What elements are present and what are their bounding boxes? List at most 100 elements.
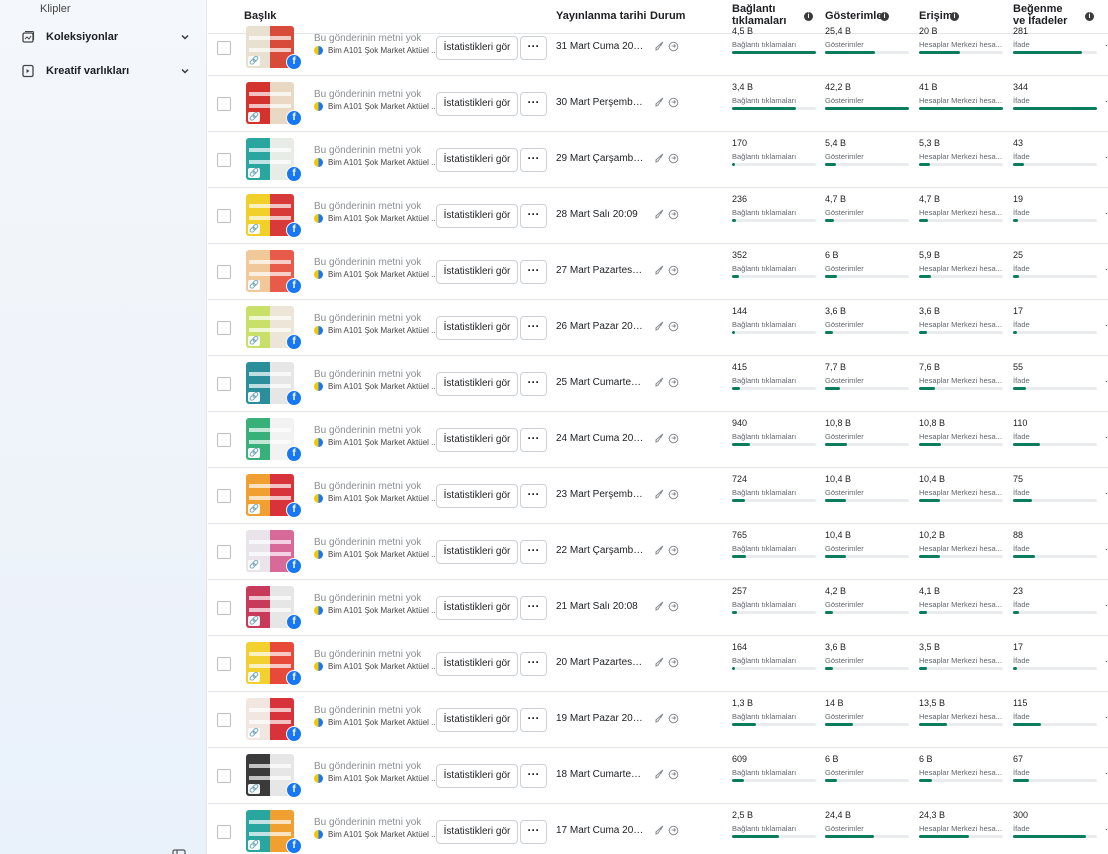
boost-icon[interactable]	[654, 97, 665, 108]
recycle-icon[interactable]	[668, 657, 679, 668]
boost-icon[interactable]	[654, 489, 665, 500]
table-row[interactable]: 🔗 f Bu gönderinin metni yok Bim A101 Şok Ma…	[208, 356, 1108, 412]
view-insights-button[interactable]: İstatistikleri gör	[436, 36, 518, 60]
table-row[interactable]: 🔗 f Bu gönderinin metni yok Bim A101 Şok Ma…	[208, 692, 1108, 748]
boost-icon[interactable]	[654, 713, 665, 724]
more-options-button[interactable]: ···	[520, 596, 547, 620]
recycle-icon[interactable]	[668, 713, 679, 724]
row-checkbox[interactable]	[217, 601, 231, 615]
boost-icon[interactable]	[654, 769, 665, 780]
row-checkbox[interactable]	[217, 97, 231, 111]
boost-icon[interactable]	[654, 321, 665, 332]
row-checkbox[interactable]	[217, 713, 231, 727]
recycle-icon[interactable]	[668, 97, 679, 108]
view-insights-button[interactable]: İstatistikleri gör	[436, 820, 518, 844]
boost-icon[interactable]	[654, 209, 665, 220]
more-options-button[interactable]: ···	[520, 92, 547, 116]
recycle-icon[interactable]	[668, 41, 679, 52]
boost-icon[interactable]	[654, 265, 665, 276]
row-checkbox[interactable]	[217, 321, 231, 335]
more-options-button[interactable]: ···	[520, 484, 547, 508]
more-options-button[interactable]: ···	[520, 652, 547, 676]
more-options-button[interactable]: ···	[520, 372, 547, 396]
more-options-button[interactable]: ···	[520, 36, 547, 60]
view-insights-button[interactable]: İstatistikleri gör	[436, 484, 518, 508]
metric-bar	[1013, 51, 1097, 54]
row-checkbox[interactable]	[217, 769, 231, 783]
recycle-icon[interactable]	[668, 545, 679, 556]
boost-icon[interactable]	[654, 377, 665, 388]
more-options-button[interactable]: ···	[520, 316, 547, 340]
row-checkbox[interactable]	[217, 489, 231, 503]
metric-value: 6 B	[825, 250, 839, 260]
table-row[interactable]: 🔗 f Bu gönderinin metni yok Bim A101 Şok Ma…	[208, 748, 1108, 804]
recycle-icon[interactable]	[668, 489, 679, 500]
collapse-sidebar-icon[interactable]	[172, 848, 186, 854]
more-options-button[interactable]: ···	[520, 428, 547, 452]
recycle-icon[interactable]	[668, 825, 679, 836]
more-options-button[interactable]: ···	[520, 764, 547, 788]
boost-icon[interactable]	[654, 153, 665, 164]
boost-icon[interactable]	[654, 545, 665, 556]
table-row[interactable]: 🔗 f Bu gönderinin metni yok Bim A101 Şok Ma…	[208, 524, 1108, 580]
more-options-button[interactable]: ···	[520, 540, 547, 564]
sidebar-subitem-klipler[interactable]: Klipler	[40, 3, 71, 15]
row-checkbox[interactable]	[217, 209, 231, 223]
recycle-icon[interactable]	[668, 769, 679, 780]
view-insights-button[interactable]: İstatistikleri gör	[436, 204, 518, 228]
row-checkbox[interactable]	[217, 41, 231, 55]
view-insights-button[interactable]: İstatistikleri gör	[436, 652, 518, 676]
view-insights-button[interactable]: İstatistikleri gör	[436, 316, 518, 340]
view-insights-button[interactable]: İstatistikleri gör	[436, 260, 518, 284]
more-options-button[interactable]: ···	[520, 260, 547, 284]
sidebar-item-koleksiyonlar[interactable]: Koleksiyonlar	[12, 24, 192, 50]
view-insights-button[interactable]: İstatistikleri gör	[436, 372, 518, 396]
chevron-down-icon[interactable]	[178, 30, 192, 44]
more-options-button[interactable]: ···	[520, 204, 547, 228]
view-insights-button[interactable]: İstatistikleri gör	[436, 540, 518, 564]
table-row[interactable]: 🔗 f Bu gönderinin metni yok Bim A101 Şok Ma…	[208, 132, 1108, 188]
row-checkbox[interactable]	[217, 153, 231, 167]
recycle-icon[interactable]	[668, 265, 679, 276]
boost-icon[interactable]	[654, 825, 665, 836]
reactions-metric: 23 İfade	[1013, 586, 1099, 614]
table-row[interactable]: 🔗 f Bu gönderinin metni yok Bim A101 Şok Ma…	[208, 636, 1108, 692]
view-insights-button[interactable]: İstatistikleri gör	[436, 428, 518, 452]
row-checkbox[interactable]	[217, 265, 231, 279]
table-row[interactable]: 🔗 f Bu gönderinin metni yok Bim A101 Şok Ma…	[208, 580, 1108, 636]
sidebar-item-kreatif-varliklari[interactable]: Kreatif varlıkları	[12, 58, 192, 84]
boost-icon[interactable]	[654, 657, 665, 668]
more-options-button[interactable]: ···	[520, 148, 547, 172]
table-row[interactable]: 🔗 f Bu gönderinin metni yok Bim A101 Şok Ma…	[208, 244, 1108, 300]
view-insights-button[interactable]: İstatistikleri gör	[436, 708, 518, 732]
row-checkbox[interactable]	[217, 657, 231, 671]
recycle-icon[interactable]	[668, 433, 679, 444]
boost-icon[interactable]	[654, 601, 665, 612]
recycle-icon[interactable]	[668, 377, 679, 388]
view-insights-button[interactable]: İstatistikleri gör	[436, 148, 518, 172]
view-insights-button[interactable]: İstatistikleri gör	[436, 764, 518, 788]
recycle-icon[interactable]	[668, 601, 679, 612]
table-row[interactable]: 🔗 f Bu gönderinin metni yok Bim A101 Şok Ma…	[208, 468, 1108, 524]
recycle-icon[interactable]	[668, 153, 679, 164]
more-options-button[interactable]: ···	[520, 708, 547, 732]
recycle-icon[interactable]	[668, 321, 679, 332]
row-checkbox[interactable]	[217, 377, 231, 391]
table-row[interactable]: 🔗 f Bu gönderinin metni yok Bim A101 Şok Ma…	[208, 412, 1108, 468]
table-row[interactable]: 🔗 f Bu gönderinin metni yok Bim A101 Şok Ma…	[208, 76, 1108, 132]
view-insights-button[interactable]: İstatistikleri gör	[436, 92, 518, 116]
truncated-column-value: .	[1105, 766, 1108, 776]
table-row[interactable]: 🔗 f Bu gönderinin metni yok Bim A101 Şok Ma…	[208, 188, 1108, 244]
table-row[interactable]: 🔗 f Bu gönderinin metni yok Bim A101 Şok Ma…	[208, 300, 1108, 356]
boost-icon[interactable]	[654, 41, 665, 52]
table-row[interactable]: 🔗 f Bu gönderinin metni yok Bim A101 Şok Ma…	[208, 20, 1108, 76]
recycle-icon[interactable]	[668, 209, 679, 220]
chevron-down-icon[interactable]	[178, 64, 192, 78]
row-checkbox[interactable]	[217, 545, 231, 559]
boost-icon[interactable]	[654, 433, 665, 444]
table-row[interactable]: 🔗 f Bu gönderinin metni yok Bim A101 Şok Ma…	[208, 804, 1108, 854]
more-options-button[interactable]: ···	[520, 820, 547, 844]
row-checkbox[interactable]	[217, 825, 231, 839]
view-insights-button[interactable]: İstatistikleri gör	[436, 596, 518, 620]
row-checkbox[interactable]	[217, 433, 231, 447]
